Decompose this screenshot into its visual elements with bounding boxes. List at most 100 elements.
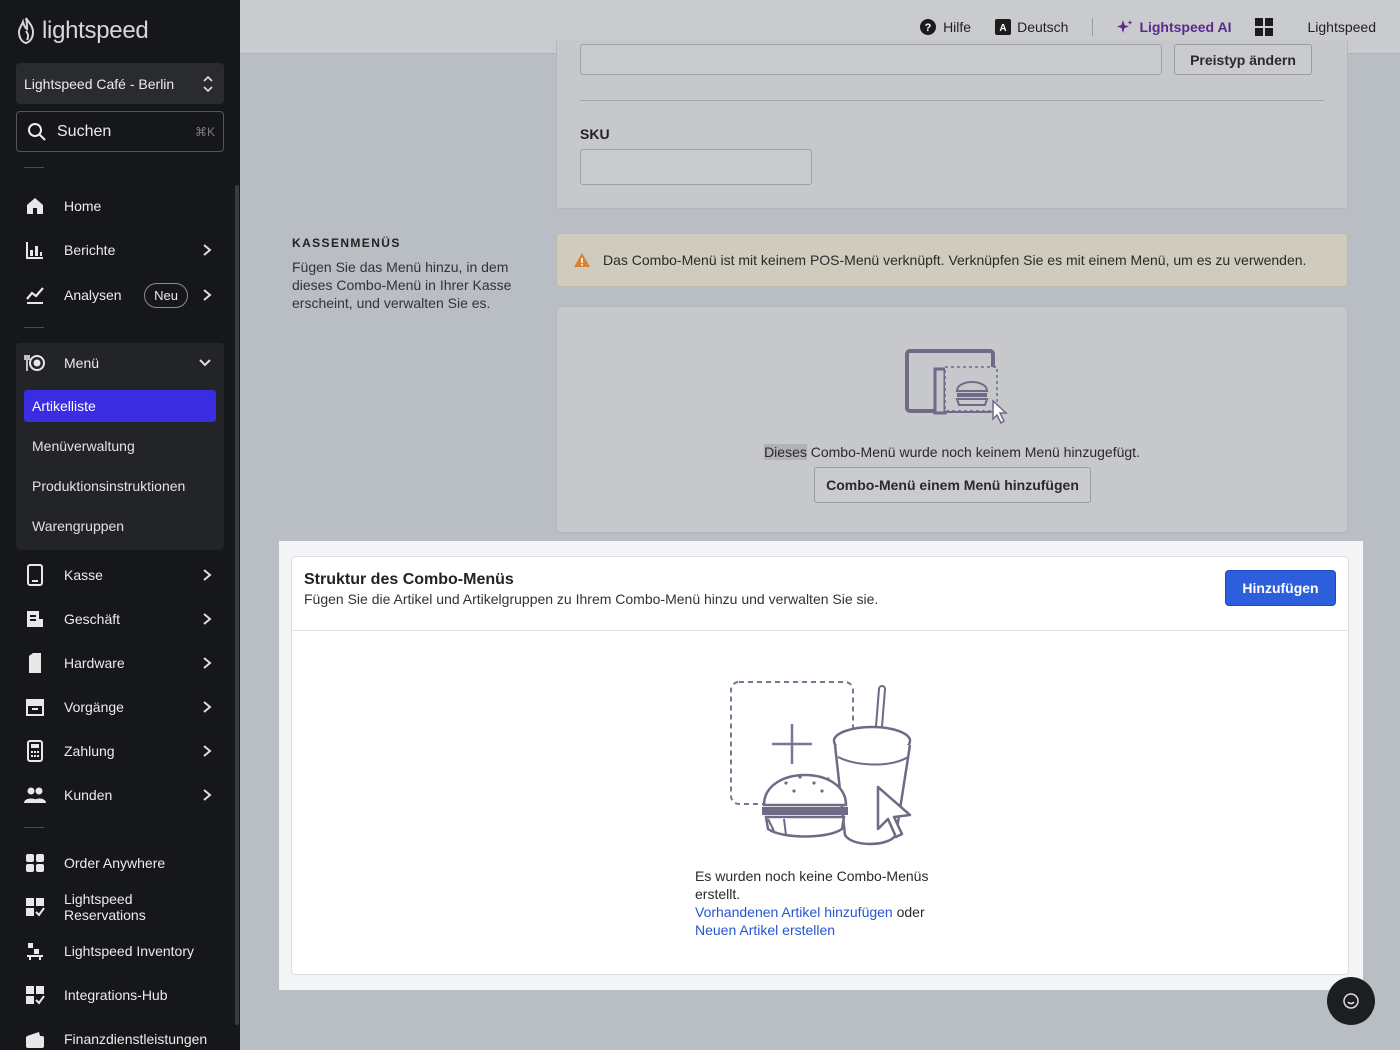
sku-input[interactable] xyxy=(580,149,812,185)
sidebar-item-inventory[interactable]: Lightspeed Inventory xyxy=(16,931,224,971)
sidebar-item-kasse[interactable]: Kasse xyxy=(16,555,224,595)
sidebar-item-label: Finanzdienstleistungen xyxy=(64,1031,208,1047)
add-existing-item-link[interactable]: Vorhandenen Artikel hinzufügen xyxy=(695,904,893,920)
chevron-up-down-icon xyxy=(203,75,213,92)
chat-icon xyxy=(1343,993,1359,1009)
apps-button[interactable] xyxy=(1255,17,1274,36)
svg-text:A: A xyxy=(999,23,1006,34)
chevron-right-icon xyxy=(203,613,212,625)
help-icon: ? xyxy=(920,18,937,35)
sidebar-item-label: Order Anywhere xyxy=(64,855,166,871)
store-name: Lightspeed Café - Berlin xyxy=(24,75,175,92)
chevron-right-icon xyxy=(203,745,212,757)
sidebar-item-order-anywhere[interactable]: Order Anywhere xyxy=(16,843,224,883)
account-menu[interactable]: Lightspeed xyxy=(1307,19,1376,35)
search-label: Suchen xyxy=(57,122,112,140)
payment-terminal-icon xyxy=(24,740,46,762)
warning-text: Das Combo-Menü ist mit keinem POS-Menü v… xyxy=(603,252,1307,268)
customers-icon xyxy=(24,784,46,806)
sidebar-item-home[interactable]: Home xyxy=(16,186,224,226)
sidebar-scrollbar[interactable] xyxy=(235,185,239,1025)
language-button[interactable]: A Deutsch xyxy=(995,18,1068,35)
panel-subtitle: Fügen Sie die Artikel und Artikelgruppen… xyxy=(304,591,879,607)
inventory-icon xyxy=(24,940,46,962)
integrations-icon xyxy=(24,984,46,1006)
sidebar-item-menu[interactable]: Menü xyxy=(16,343,224,383)
search-shortcut: ⌘K xyxy=(194,124,215,139)
empty-state-text: Es wurden noch keine Combo-Menüs erstell… xyxy=(695,868,929,902)
lightspeed-logo[interactable]: lightspeed xyxy=(16,16,149,46)
hardware-icon xyxy=(24,652,46,674)
search-icon xyxy=(28,122,46,141)
divider xyxy=(24,327,44,328)
search-input[interactable]: Suchen ⌘K xyxy=(16,111,224,152)
change-price-type-button[interactable]: Preistyp ändern xyxy=(1174,44,1312,75)
sidebar-item-label: Berichte xyxy=(64,242,116,258)
reservations-icon xyxy=(24,896,46,918)
sidebar-item-vorgaenge[interactable]: Vorgänge xyxy=(16,687,224,727)
chevron-right-icon xyxy=(203,244,212,256)
pos-menus-title: KASSENMENÜS xyxy=(292,236,401,250)
divider xyxy=(580,100,1324,101)
lightspeed-ai-label: Lightspeed AI xyxy=(1139,18,1232,35)
sidebar-item-label: Kunden xyxy=(64,787,113,803)
chevron-right-icon xyxy=(203,289,212,301)
create-new-item-link[interactable]: Neuen Artikel erstellen xyxy=(695,922,835,938)
chevron-right-icon xyxy=(203,789,212,801)
sidebar-subitem-menuverwaltung[interactable]: Menüverwaltung xyxy=(24,430,216,462)
combo-structure-panel: Struktur des Combo-Menüs Fügen Sie die A… xyxy=(291,556,1349,975)
sidebar-item-hardware[interactable]: Hardware xyxy=(16,643,224,683)
sidebar-item-label: Menü xyxy=(64,355,100,371)
sidebar-item-label: Kasse xyxy=(64,567,103,583)
transactions-icon xyxy=(24,696,46,718)
reports-icon xyxy=(24,239,46,261)
svg-text:?: ? xyxy=(925,22,932,34)
flame-logo-icon xyxy=(17,17,35,45)
add-button[interactable]: Hinzufügen xyxy=(1225,570,1336,606)
empty-text-highlight: Dieses xyxy=(764,444,807,460)
panel-header: Struktur des Combo-Menüs Fügen Sie die A… xyxy=(292,557,1348,631)
lightspeed-ai-button[interactable]: Lightspeed AI xyxy=(1117,19,1231,35)
sidebar-subitem-artikelliste[interactable]: Artikelliste xyxy=(24,390,216,422)
sidebar-item-reservations[interactable]: Lightspeed Reservations xyxy=(16,887,224,927)
menu-icon xyxy=(24,352,46,374)
divider xyxy=(24,167,44,168)
divider xyxy=(24,827,44,828)
chevron-down-icon xyxy=(199,359,211,367)
sidebar-item-label: Integrations-Hub xyxy=(64,987,168,1003)
store-selector[interactable]: Lightspeed Café - Berlin xyxy=(16,63,224,104)
sidebar-subitem-produktionsinstruktionen[interactable]: Produktionsinstruktionen xyxy=(24,470,216,502)
sidebar-item-label: Lightspeed Inventory xyxy=(64,943,194,959)
analytics-icon xyxy=(24,284,46,306)
sidebar-item-berichte[interactable]: Berichte xyxy=(16,230,224,270)
sidebar-item-label: Vorgänge xyxy=(64,699,124,715)
warning-banner: Das Combo-Menü ist mit keinem POS-Menü v… xyxy=(556,233,1348,287)
warning-icon xyxy=(574,253,590,267)
pos-menu-empty-text: Dieses Combo-Menü wurde noch keinem Menü… xyxy=(556,444,1348,460)
help-button[interactable]: ? Hilfe xyxy=(919,18,971,36)
order-anywhere-icon xyxy=(24,852,46,874)
logo-text: lightspeed xyxy=(42,17,149,44)
sidebar-item-geschaeft[interactable]: Geschäft xyxy=(16,599,224,639)
sidebar-subitem-warengruppen[interactable]: Warengruppen xyxy=(24,510,216,542)
sidebar-item-kunden[interactable]: Kunden xyxy=(16,775,224,815)
home-icon xyxy=(24,195,46,217)
sidebar-item-label: Hardware xyxy=(64,655,125,671)
sidebar-item-finanzdienstleistungen[interactable]: Finanzdienstleistungen xyxy=(16,1019,224,1050)
sparkle-icon xyxy=(1117,19,1133,33)
new-badge: Neu xyxy=(144,282,188,308)
chat-button[interactable] xyxy=(1327,977,1375,1025)
sidebar-item-label: Home xyxy=(64,198,102,214)
combo-food-illustration xyxy=(730,681,912,846)
pos-device-icon xyxy=(24,564,46,586)
add-combo-to-menu-button[interactable]: Combo-Menü einem Menü hinzufügen xyxy=(814,467,1091,503)
sidebar-item-integrations-hub[interactable]: Integrations-Hub xyxy=(16,975,224,1015)
price-input[interactable] xyxy=(580,44,1162,75)
sidebar-item-analysen[interactable]: Analysen Neu xyxy=(16,275,224,315)
chevron-right-icon xyxy=(203,569,212,581)
sidebar-item-label: Geschäft xyxy=(64,611,121,627)
empty-text-rest: Combo-Menü wurde noch keinem Menü hinzug… xyxy=(806,444,1140,460)
sidebar-item-zahlung[interactable]: Zahlung xyxy=(16,731,224,771)
sidebar: lightspeed Lightspeed Café - Berlin Such… xyxy=(0,0,240,1050)
divider xyxy=(1092,17,1094,36)
